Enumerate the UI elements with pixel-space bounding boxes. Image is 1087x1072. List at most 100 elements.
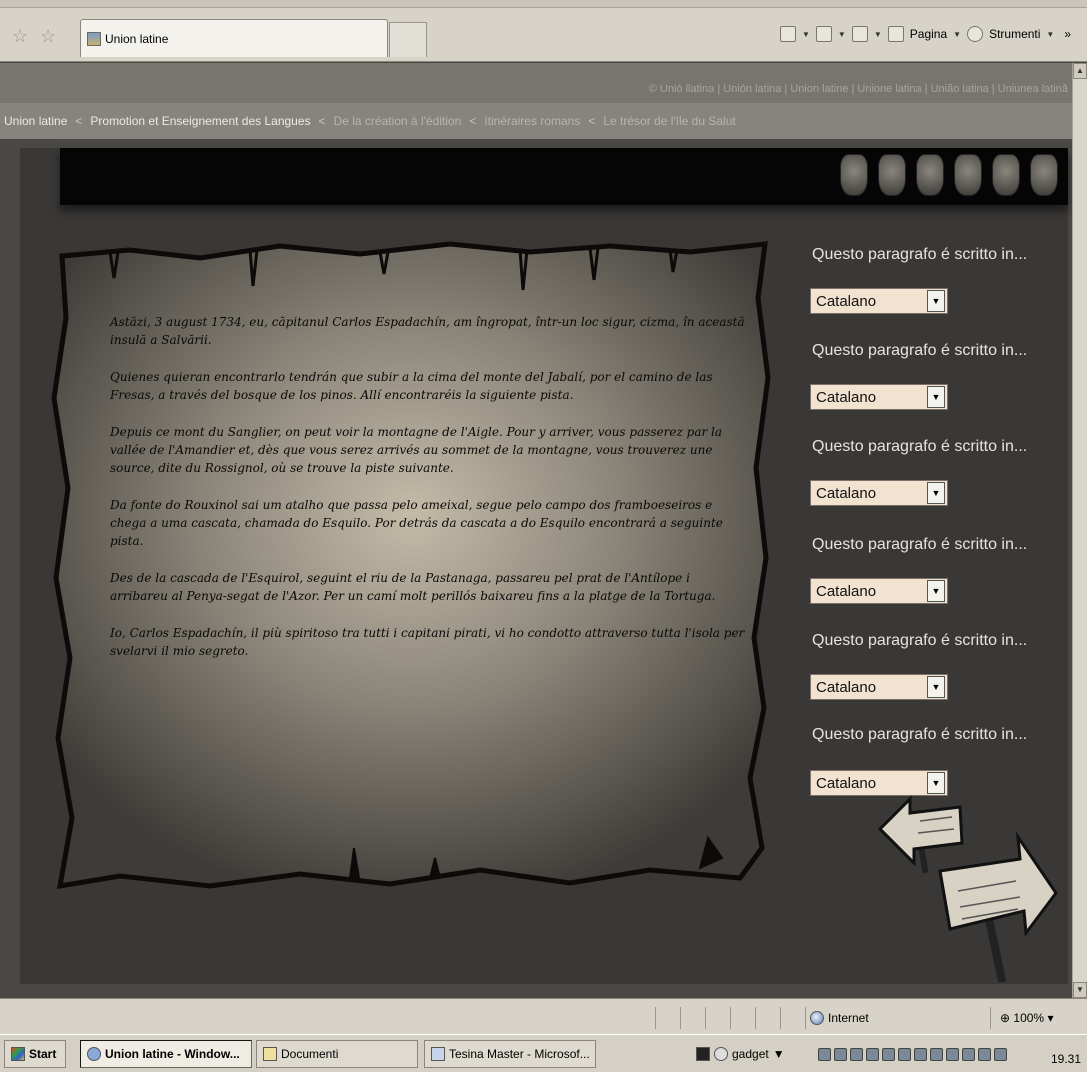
feeds-dropdown-icon[interactable]: ▼	[838, 30, 846, 39]
browser-tab-active[interactable]: Union latine	[80, 19, 388, 57]
chevron-down-icon[interactable]: ▾	[1047, 1011, 1053, 1025]
status-divider	[655, 1007, 656, 1029]
chevron-down-icon[interactable]: ▼	[927, 772, 945, 794]
gadget-label: gadget	[732, 1047, 769, 1061]
print-dropdown-icon[interactable]: ▼	[874, 30, 882, 39]
select-value: Catalano	[816, 292, 877, 310]
language-select-5[interactable]: Catalano ▼	[810, 674, 948, 700]
pirate-character-icon[interactable]	[878, 154, 906, 196]
language-select-2[interactable]: Catalano ▼	[810, 384, 948, 410]
question-label-3: Questo paragrafo é scritto in...	[812, 438, 1028, 455]
more-commands-button[interactable]: »	[1064, 27, 1071, 41]
home-icon[interactable]	[780, 26, 796, 42]
tray-icon[interactable]	[930, 1047, 943, 1061]
tray-icon[interactable]	[898, 1047, 911, 1061]
language-select-4[interactable]: Catalano ▼	[810, 578, 948, 604]
breadcrumb-separator: <	[469, 114, 477, 128]
breadcrumb-item-tresor[interactable]: Le trésor de l'île du Salut	[603, 114, 735, 128]
language-links-bar: © Unió llatina | Unión latina | Union la…	[0, 63, 1072, 103]
pirate-character-icon[interactable]	[916, 154, 944, 196]
folder-icon	[263, 1047, 277, 1061]
taskbar-item-documents[interactable]: Documenti	[256, 1040, 418, 1068]
tray-icon[interactable]	[994, 1047, 1007, 1061]
tray-icon[interactable]	[818, 1047, 831, 1061]
chevron-down-icon[interactable]: ▼	[927, 482, 945, 504]
status-divider	[730, 1007, 731, 1029]
taskbar: Start Union latine - Window... Documenti…	[0, 1034, 1087, 1072]
breadcrumb-item-union-latine[interactable]: Union latine	[4, 114, 67, 128]
gadget-toolbar[interactable]: gadget ▼	[690, 1040, 800, 1068]
story-paragraph-2: Quienes quieran encontrarlo tendrán que …	[110, 370, 713, 402]
vertical-scrollbar[interactable]: ▲ ▼	[1072, 63, 1087, 998]
pirate-character-icon[interactable]	[992, 154, 1020, 196]
chevron-down-icon[interactable]: ▼	[927, 580, 945, 602]
breadcrumb-item-promotion[interactable]: Promotion et Enseignement des Langues	[90, 114, 310, 128]
pirate-character-icon[interactable]	[954, 154, 982, 196]
new-tab-button[interactable]	[389, 22, 427, 57]
tools-dropdown-icon[interactable]: ▼	[1046, 30, 1054, 39]
tray-icon[interactable]	[914, 1047, 927, 1061]
language-links[interactable]: © Unió llatina | Unión latina | Union la…	[649, 83, 1068, 95]
page-favicon-icon	[87, 31, 101, 46]
tray-icon[interactable]	[882, 1047, 895, 1061]
chevron-down-icon[interactable]: ▼	[927, 290, 945, 312]
zoom-control[interactable]: ⊕ 100% ▾	[1000, 1011, 1053, 1025]
security-zone[interactable]: Internet	[810, 1011, 869, 1025]
tray-icon[interactable]	[978, 1047, 991, 1061]
page-icon[interactable]	[887, 26, 904, 42]
browser-toolbar: ☆ ☆ Union latine ▼ ▼ ▼ Pagina ▼ Strumenti…	[0, 0, 1087, 62]
chevron-down-icon[interactable]: ▼	[773, 1047, 785, 1061]
start-button[interactable]: Start	[4, 1040, 66, 1068]
clock[interactable]: 19.31	[1051, 1052, 1081, 1066]
language-select-3[interactable]: Catalano ▼	[810, 480, 948, 506]
taskbar-item-browser[interactable]: Union latine - Window...	[80, 1040, 252, 1068]
feeds-icon[interactable]	[815, 26, 832, 42]
question-label-1: Questo paragrafo é scritto in...	[812, 246, 1028, 263]
scroll-down-icon[interactable]: ▼	[1073, 982, 1087, 998]
status-divider	[705, 1007, 706, 1029]
chevron-down-icon[interactable]: ▼	[927, 386, 945, 408]
add-favorites-icon[interactable]: ☆	[40, 26, 56, 47]
gadget-icon	[714, 1047, 728, 1061]
ie-icon	[87, 1047, 101, 1061]
tray-icon[interactable]	[850, 1047, 863, 1061]
favorites-star-icon[interactable]: ☆	[12, 26, 28, 47]
print-icon[interactable]	[851, 26, 868, 42]
select-value: Catalano	[816, 388, 877, 406]
tray-icon[interactable]	[962, 1047, 975, 1061]
windows-logo-icon	[11, 1047, 25, 1061]
story-paragraph-6: Io, Carlos Espadachín, il più spiritoso …	[110, 626, 745, 658]
tray-icon[interactable]	[866, 1047, 879, 1061]
scroll-up-icon[interactable]: ▲	[1073, 63, 1087, 79]
breadcrumb-separator: <	[318, 114, 326, 128]
breadcrumb: Union latine < Promotion et Enseignement…	[0, 103, 1072, 139]
top-banner	[60, 148, 1068, 205]
next-arrow-icon[interactable]	[938, 831, 1058, 983]
zoom-level: 100%	[1013, 1011, 1045, 1025]
start-label: Start	[29, 1047, 57, 1061]
tray-icon[interactable]	[946, 1047, 959, 1061]
back-arrow-icon[interactable]	[877, 795, 964, 874]
zone-label: Internet	[828, 1011, 869, 1025]
taskbar-item-word[interactable]: Tesina Master - Microsof...	[424, 1040, 596, 1068]
breadcrumb-item-itineraires[interactable]: Itinéraires romans	[484, 114, 580, 128]
page-menu-button[interactable]: Pagina	[910, 27, 947, 41]
chevron-down-icon[interactable]: ▼	[927, 676, 945, 698]
pirate-character-icon[interactable]	[840, 154, 868, 196]
select-value: Catalano	[816, 678, 877, 696]
pirate-character-icon[interactable]	[1030, 154, 1058, 196]
tray-icon[interactable]	[834, 1047, 847, 1061]
tools-gear-icon[interactable]	[967, 26, 984, 42]
select-value: Catalano	[816, 774, 877, 792]
tools-menu-button[interactable]: Strumenti	[989, 27, 1040, 41]
taskbar-item-label: Documenti	[281, 1047, 339, 1061]
language-select-1[interactable]: Catalano ▼	[810, 288, 948, 314]
taskbar-item-label: Union latine - Window...	[105, 1047, 240, 1061]
page-dropdown-icon[interactable]: ▼	[953, 30, 961, 39]
breadcrumb-item-creation[interactable]: De la création à l'édition	[334, 114, 462, 128]
status-bar: Internet ⊕ 100% ▾	[0, 998, 1087, 1034]
status-divider	[680, 1007, 681, 1029]
home-dropdown-icon[interactable]: ▼	[802, 30, 810, 39]
system-tray: 19.31	[812, 1040, 1087, 1068]
breadcrumb-separator: <	[75, 114, 83, 128]
